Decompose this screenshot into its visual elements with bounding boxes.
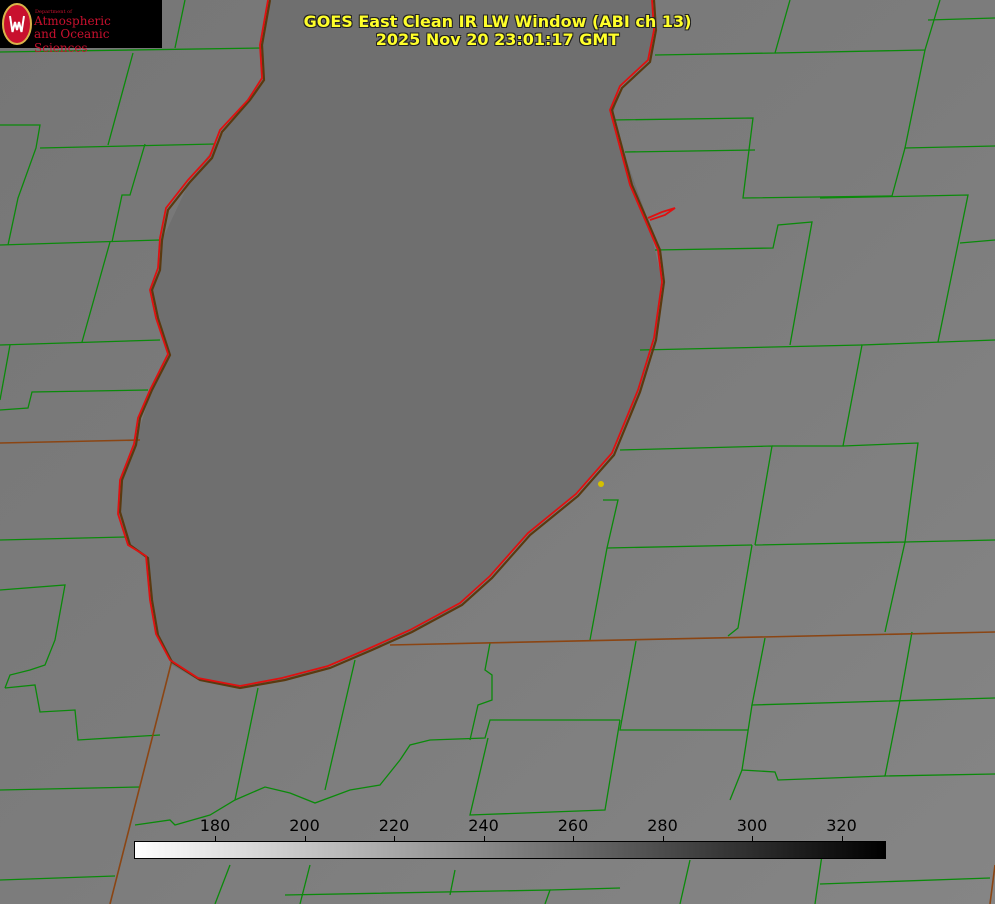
colorbar-tick-label: 180 [199,816,231,835]
colorbar-tick-mark [662,836,664,842]
colorbar-tick-mark [394,836,395,842]
temperature-colorbar [134,841,886,859]
image-timestamp: 2025 Nov 20 23:01:17 GMT [375,30,620,49]
colorbar-tick-mark [304,836,306,842]
colorbar-tick-label: 260 [557,816,589,835]
satellite-image-viewer: Department of Atmospheric and Oceanic Sc… [0,0,995,904]
colorbar-tick-mark [573,836,574,842]
colorbar-tick-label: 300 [736,816,768,835]
colorbar-tick-label: 200 [289,816,320,835]
colorbar-tick-mark [215,836,216,842]
colorbar-tick-mark [483,836,485,842]
colorbar-tick-mark [841,836,843,842]
satellite-map [0,0,995,904]
image-title: GOES East Clean IR LW Window (ABI ch 13) [303,12,692,31]
colorbar-tick-label: 220 [378,816,410,835]
colorbar-tick-label: 240 [468,816,499,835]
location-marker [598,481,604,487]
colorbar-tick-label: 280 [647,816,678,835]
colorbar-tick-label: 320 [826,816,857,835]
colorbar-tick-mark [752,836,753,842]
